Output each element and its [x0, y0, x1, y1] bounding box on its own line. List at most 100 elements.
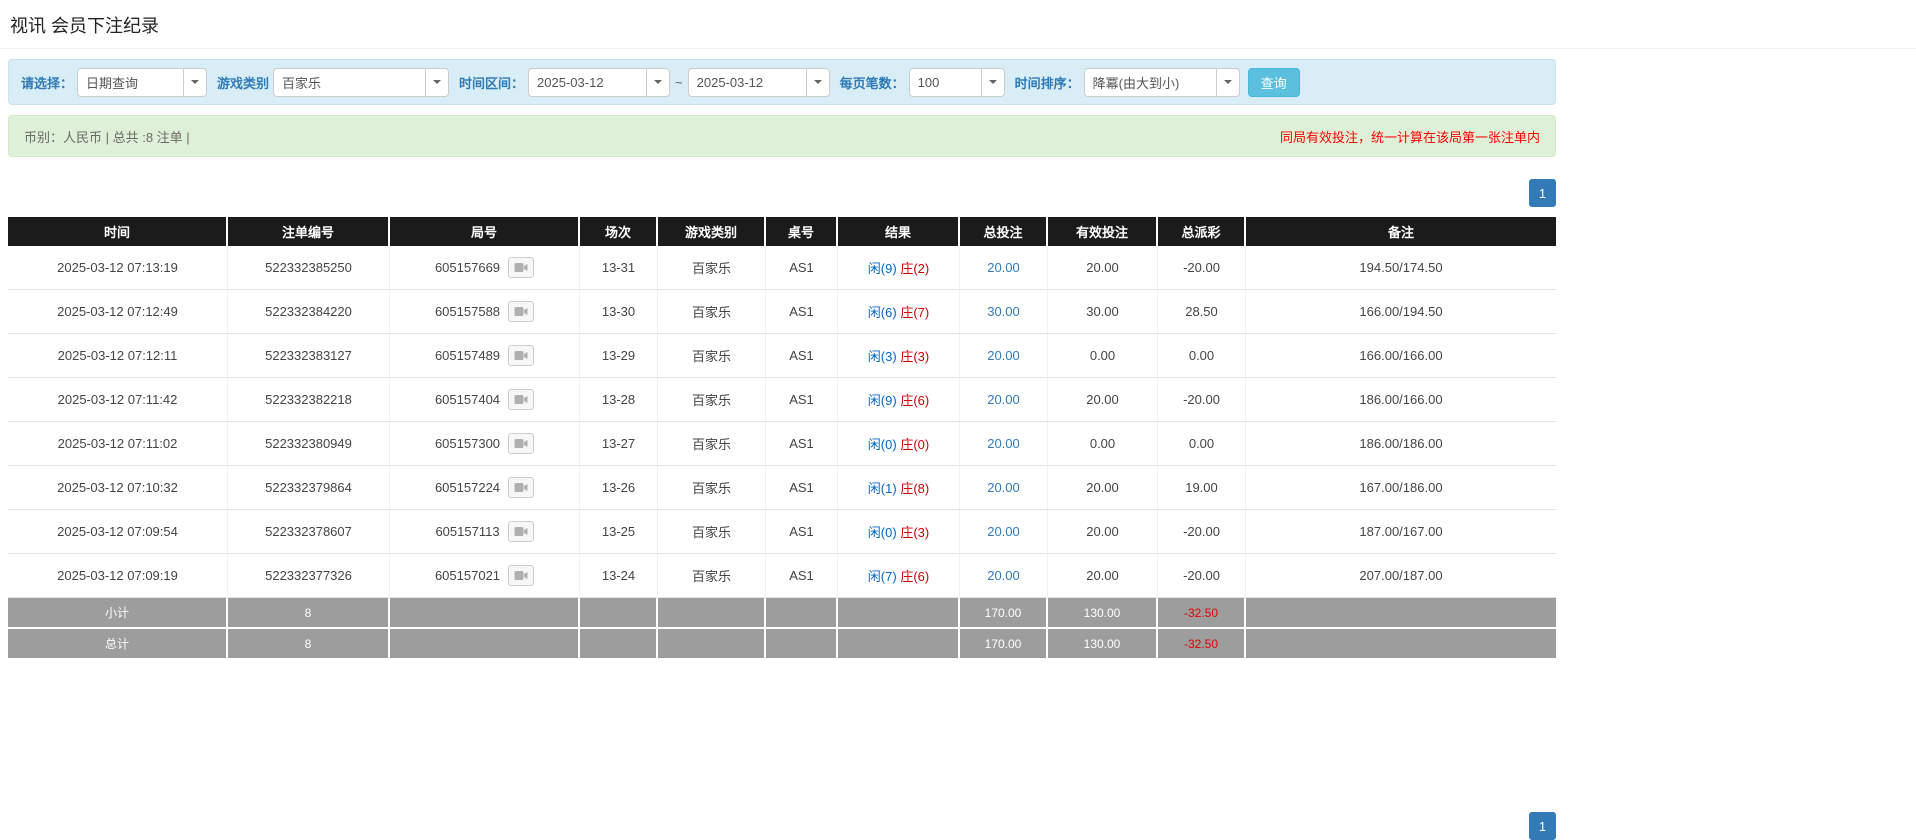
cell-valid-bet: 30.00: [1048, 290, 1158, 334]
cell-total-bet: 20.00: [960, 422, 1048, 466]
round-number: 605157224: [434, 480, 501, 495]
footer-empty-cell: [580, 598, 658, 629]
total-bet-link[interactable]: 20.00: [987, 348, 1020, 363]
date-to-input[interactable]: [687, 67, 806, 97]
page-button-1-bottom[interactable]: 1: [1529, 812, 1556, 840]
cell-table-no: AS1: [766, 290, 838, 334]
cell-game-type: 百家乐: [658, 334, 766, 378]
cell-valid-bet: 20.00: [1048, 510, 1158, 554]
cell-payout: 19.00: [1158, 466, 1246, 510]
cell-round: 605157300: [390, 422, 580, 466]
date-from-input[interactable]: [528, 67, 647, 97]
video-icon[interactable]: [508, 257, 535, 278]
cell-game-type: 百家乐: [658, 422, 766, 466]
cell-game-type: 百家乐: [658, 554, 766, 598]
cell-table-no: AS1: [766, 510, 838, 554]
search-button[interactable]: 查询: [1247, 67, 1300, 97]
cell-payout: 28.50: [1158, 290, 1246, 334]
column-header-8: 总投注: [960, 217, 1048, 246]
column-header-5: 游戏类别: [658, 217, 766, 246]
cell-bet-id: 522332385250: [228, 246, 390, 290]
video-icon[interactable]: [508, 301, 535, 322]
result-banker: 庄(0): [900, 437, 930, 452]
result-banker: 庄(3): [900, 525, 930, 540]
date-from-dropdown-button[interactable]: [646, 67, 671, 97]
column-header-7: 结果: [838, 217, 960, 246]
result-banker: 庄(8): [900, 481, 930, 496]
per-page-input[interactable]: [908, 67, 981, 97]
footer-empty-cell: [838, 598, 960, 629]
cell-remark: 166.00/194.50: [1246, 290, 1556, 334]
column-header-1: 时间: [8, 217, 228, 246]
pagination-bottom: 1: [8, 812, 1556, 840]
date-from-combo: [528, 67, 671, 97]
video-icon[interactable]: [508, 433, 535, 454]
table-row: 2025-03-12 07:12:11 522332383127 605157489…: [8, 334, 1556, 378]
game-type-dropdown-button[interactable]: [425, 67, 450, 97]
sort-label: 时间排序：: [1014, 75, 1080, 91]
total-bet-link[interactable]: 30.00: [987, 304, 1020, 319]
page-button-1[interactable]: 1: [1529, 179, 1556, 207]
cell-total-bet: 20.00: [960, 510, 1048, 554]
pagination-top: 1: [8, 179, 1556, 207]
total-bet-link[interactable]: 20.00: [987, 524, 1020, 539]
query-type-combo: [77, 67, 208, 97]
cell-session: 13-25: [580, 510, 658, 554]
footer-valid-bet: 130.00: [1048, 629, 1158, 660]
cell-table-no: AS1: [766, 246, 838, 290]
video-icon[interactable]: [508, 345, 535, 366]
total-bet-link[interactable]: 20.00: [987, 436, 1020, 451]
chevron-down-icon: [433, 80, 442, 84]
page-header: 视讯 会员下注纪录: [0, 0, 1916, 49]
cell-result: 闲(7) 庄(6): [838, 554, 960, 598]
cell-session: 13-30: [580, 290, 658, 334]
cell-game-type: 百家乐: [658, 466, 766, 510]
table-row: 2025-03-12 07:09:19 522332377326 605157021…: [8, 554, 1556, 598]
cell-bet-id: 522332383127: [228, 334, 390, 378]
cell-round: 605157588: [390, 290, 580, 334]
per-page-dropdown-button[interactable]: [980, 67, 1005, 97]
result-player: 闲(7): [867, 569, 897, 584]
cell-total-bet: 20.00: [960, 334, 1048, 378]
total-bet-link[interactable]: 20.00: [987, 392, 1020, 407]
query-type-dropdown-button[interactable]: [183, 67, 208, 97]
result-player: 闲(0): [867, 437, 897, 452]
cell-result: 闲(1) 庄(8): [838, 466, 960, 510]
query-type-input[interactable]: [77, 67, 184, 97]
cell-round: 605157404: [390, 378, 580, 422]
date-to-dropdown-button[interactable]: [805, 67, 830, 97]
result-player: 闲(1): [867, 481, 897, 496]
cell-time: 2025-03-12 07:09:19: [8, 554, 228, 598]
chevron-down-icon: [813, 80, 822, 84]
cell-time: 2025-03-12 07:12:49: [8, 290, 228, 334]
video-icon[interactable]: [508, 389, 535, 410]
cell-bet-id: 522332384220: [228, 290, 390, 334]
sort-input[interactable]: [1083, 67, 1216, 97]
video-icon[interactable]: [508, 477, 535, 498]
sort-combo: [1083, 67, 1240, 97]
footer-payout: -32.50: [1158, 598, 1246, 629]
footer-total-bet: 170.00: [960, 598, 1048, 629]
betting-records-table: 时间 注单编号 局号 场次 游戏类别 桌号 结果 总投注 有效投注 总派彩 备注 2025-03-1…: [8, 217, 1556, 660]
chevron-down-icon: [191, 80, 200, 84]
cell-round: 605157113: [390, 510, 580, 554]
result-banker: 庄(6): [900, 569, 930, 584]
cell-bet-id: 522332378607: [228, 510, 390, 554]
game-type-input[interactable]: [273, 67, 426, 97]
cell-payout: -20.00: [1158, 378, 1246, 422]
filter-bar: 请选择： 游戏类别 时间区间： ~ 每页笔数： 时间排序：: [8, 59, 1556, 105]
sort-dropdown-button[interactable]: [1215, 67, 1240, 97]
footer-payout: -32.50: [1158, 629, 1246, 660]
total-bet-link[interactable]: 20.00: [987, 568, 1020, 583]
result-banker: 庄(3): [900, 349, 930, 364]
video-icon[interactable]: [507, 521, 534, 542]
cell-payout: -20.00: [1158, 246, 1246, 290]
cell-total-bet: 20.00: [960, 466, 1048, 510]
footer-label: 总计: [8, 629, 228, 660]
cell-remark: 166.00/166.00: [1246, 334, 1556, 378]
video-icon[interactable]: [508, 565, 535, 586]
cell-result: 闲(9) 庄(2): [838, 246, 960, 290]
footer-valid-bet: 130.00: [1048, 598, 1158, 629]
total-bet-link[interactable]: 20.00: [987, 480, 1020, 495]
total-bet-link[interactable]: 20.00: [987, 260, 1020, 275]
